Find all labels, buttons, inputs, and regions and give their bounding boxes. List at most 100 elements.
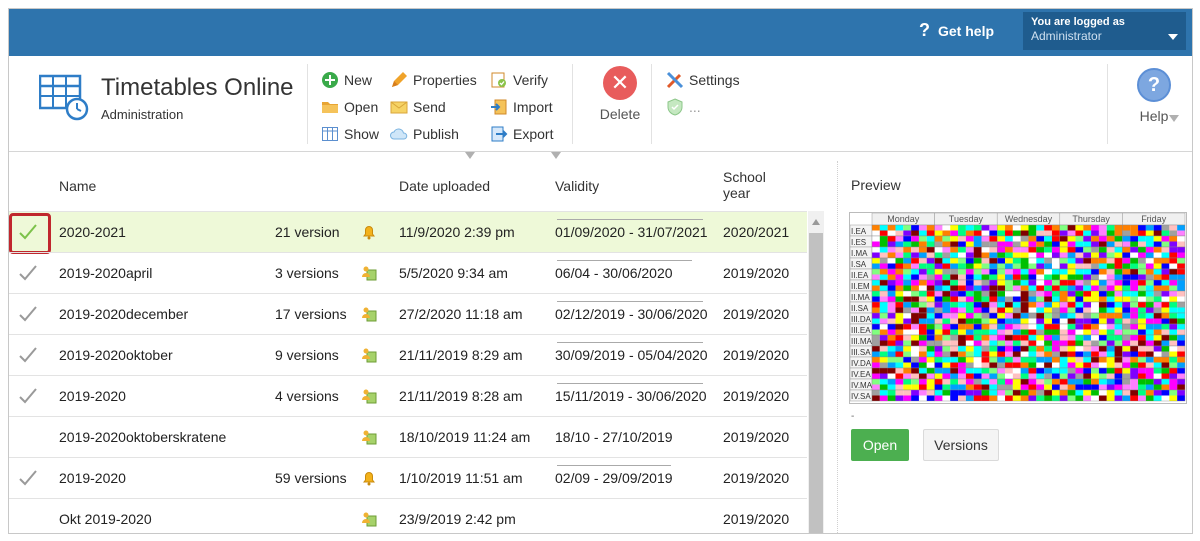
preview-lesson-block: [1067, 225, 1076, 231]
export-button[interactable]: Export: [490, 125, 553, 143]
preview-lesson-block: [1130, 324, 1139, 330]
preview-lesson-block: [1036, 346, 1045, 352]
user-file-icon[interactable]: [361, 429, 377, 445]
user-file-icon[interactable]: [361, 511, 377, 527]
preview-lesson-block: [872, 285, 880, 291]
preview-lesson-block: [1028, 313, 1037, 319]
chevron-down-icon: [1168, 34, 1178, 40]
user-file-icon[interactable]: [361, 347, 377, 363]
preview-lesson-block: [950, 285, 959, 291]
user-menu[interactable]: You are logged as Administrator: [1023, 12, 1186, 50]
properties-button[interactable]: Properties: [390, 71, 477, 89]
school-year-header-line1: School: [723, 169, 766, 185]
preview-lesson-block: [1153, 258, 1162, 264]
security-button[interactable]: ...: [666, 98, 701, 116]
preview-lesson-block: [1005, 236, 1013, 242]
bell-icon[interactable]: [361, 224, 377, 240]
preview-lesson-block: [950, 357, 959, 363]
table-row[interactable]: 2019-2020oktober 9 versions 21/11/2019 8:2…: [9, 334, 807, 375]
open-button[interactable]: Open: [321, 98, 378, 116]
preview-lesson-block: [997, 258, 1006, 264]
table-row[interactable]: 2019-2020december 17 versions 27/2/2020 11…: [9, 293, 807, 334]
preview-lesson-block: [958, 241, 966, 247]
preview-lesson-block: [1044, 225, 1052, 231]
table-row[interactable]: 2019-2020oktoberskratene 18/10/2019 11:24…: [9, 416, 807, 457]
preview-lesson-block: [926, 324, 935, 330]
preview-lesson-block: [1075, 318, 1084, 324]
scrollbar[interactable]: [808, 211, 824, 533]
preview-lesson-block: [1075, 236, 1084, 242]
import-button[interactable]: Import: [490, 98, 553, 116]
preview-lesson-block: [934, 357, 943, 363]
delete-button[interactable]: ✕ Delete: [594, 66, 646, 122]
column-validity-header[interactable]: Validity: [555, 178, 599, 194]
table-row[interactable]: 2020-2021 21 version 11/9/2020 2:39 pm 01/0…: [9, 211, 807, 254]
preview-lesson-block: [926, 230, 935, 236]
show-button[interactable]: Show: [321, 125, 379, 143]
preview-lesson-block: [950, 291, 959, 297]
preview-lesson-block: [934, 346, 943, 352]
new-button[interactable]: New: [321, 71, 372, 89]
preview-lesson-block: [1169, 291, 1178, 297]
preview-lesson-block: [1145, 318, 1154, 324]
preview-lesson-block: [1145, 384, 1154, 390]
user-file-icon[interactable]: [361, 388, 377, 404]
preview-lesson-block: [1091, 313, 1099, 319]
preview-lesson-block: [942, 252, 951, 258]
preview-lesson-block: [1075, 302, 1084, 308]
row-validity: 02/09 - 29/09/2019: [555, 470, 673, 486]
preview-lesson-block: [1012, 302, 1021, 308]
preview-lesson-block: [989, 285, 998, 291]
table-row[interactable]: Okt 2019-2020 23/9/2019 2:42 pm 2019/2020: [9, 498, 807, 533]
table-row[interactable]: 2019-2020april 3 versions 5/5/2020 9:34 am…: [9, 252, 807, 293]
preview-lesson-block: [965, 318, 974, 324]
preview-lesson-block: [973, 395, 982, 401]
row-date-uploaded: 5/5/2020 9:34 am: [399, 265, 508, 281]
bell-icon[interactable]: [361, 470, 377, 486]
publish-button[interactable]: Publish: [390, 125, 459, 143]
preview-lesson-block: [1130, 390, 1139, 396]
preview-lesson-block: [1138, 384, 1146, 390]
column-date-header[interactable]: Date uploaded: [399, 178, 490, 194]
preview-lesson-block: [989, 390, 998, 396]
verify-button[interactable]: Verify: [490, 71, 548, 89]
preview-lesson-block: [879, 384, 888, 390]
help-dropdown-chevron-icon[interactable]: [1169, 115, 1179, 122]
get-help-link[interactable]: ? Get help: [919, 20, 994, 41]
preview-lesson-block: [1114, 247, 1123, 253]
table-row[interactable]: 2019-2020 59 versions 1/10/2019 11:51 am 02…: [9, 457, 807, 498]
preview-lesson-block: [1177, 390, 1185, 396]
preview-lesson-block: [1005, 390, 1013, 396]
preview-open-button[interactable]: Open: [851, 429, 909, 461]
preview-lesson-block: [1177, 313, 1185, 319]
user-file-icon[interactable]: [361, 265, 377, 281]
preview-lesson-block: [942, 230, 951, 236]
preview-versions-button[interactable]: Versions: [923, 429, 999, 461]
preview-lesson-block: [1020, 258, 1029, 264]
scrollbar-thumb[interactable]: [809, 233, 823, 533]
scroll-up-icon[interactable]: [812, 219, 820, 225]
send-dropdown-chevron-icon[interactable]: [465, 152, 475, 159]
column-name-header[interactable]: Name: [59, 178, 96, 194]
preview-lesson-block: [1020, 247, 1029, 253]
column-school-year-header[interactable]: School year: [723, 169, 766, 201]
table-row[interactable]: 2019-2020 4 versions 21/11/2019 8:28 am 15/…: [9, 375, 807, 416]
send-button[interactable]: Send: [390, 98, 446, 116]
settings-button[interactable]: Settings: [666, 71, 740, 89]
preview-lesson-block: [1169, 252, 1178, 258]
preview-lesson-block: [1138, 340, 1146, 346]
preview-lesson-block: [903, 252, 912, 258]
import-dropdown-chevron-icon[interactable]: [551, 152, 561, 159]
preview-lesson-block: [1036, 324, 1045, 330]
preview-lesson-block: [1083, 280, 1092, 286]
preview-lesson-block: [997, 296, 1006, 302]
row-versions: 59 versions: [275, 470, 347, 486]
open-label: Open: [344, 99, 379, 115]
preview-lesson-block: [1044, 307, 1052, 313]
preview-lesson-block: [1161, 247, 1170, 253]
user-file-icon[interactable]: [361, 306, 377, 322]
preview-lesson-block: [997, 302, 1006, 308]
preview-lesson-block: [1044, 241, 1052, 247]
preview-lesson-block: [1059, 357, 1068, 363]
preview-lesson-block: [1028, 395, 1037, 401]
